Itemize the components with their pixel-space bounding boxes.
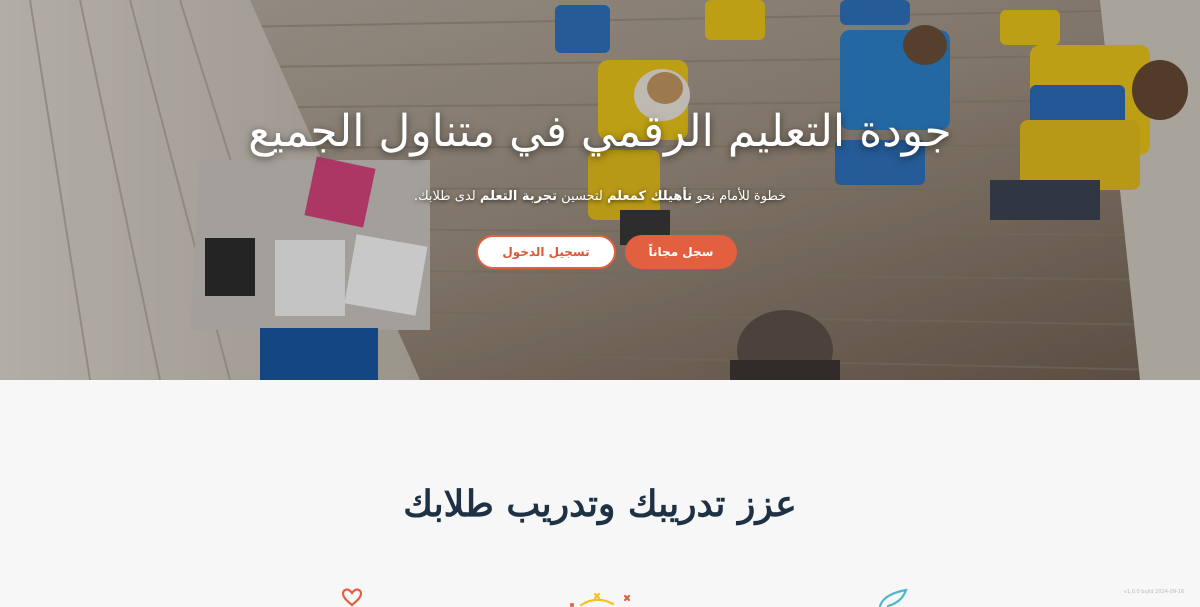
hero-subtitle-emphasis-learning: تجربة التعلم [479,189,557,204]
login-button[interactable]: تسجيل الدخول [476,235,616,269]
hero-subtitle: خطوة للأمام نحو تأهيلك كمعلم لتحسين تجرب… [0,187,1200,207]
hero-subtitle-part-3: لتحسين [557,189,607,204]
leaf-icon [878,588,908,607]
version-text: v1.0.0 build 2024-09-16 [1124,589,1185,595]
hero-title: جودة التعليم الرقمي في متناول الجميع [248,106,952,157]
hero-subtitle-emphasis-teacher: تأهيلك كمعلم [606,189,693,204]
hero-subtitle-part-5: لدى طلابك. [413,189,480,204]
section-title: عزز تدريبك وتدريب طلابك [403,483,797,525]
hero-cta-row: سجل مجاناً تسجيل الدخول [0,235,1200,273]
heart-icon [342,588,362,607]
hero-banner: جودة التعليم الرقمي في متناول الجميع خطو… [0,0,1200,380]
sparkle-icon [570,592,631,607]
hero-subtitle-part-1: خطوة للأمام نحو [692,189,787,204]
register-free-button[interactable]: سجل مجاناً [625,235,737,269]
